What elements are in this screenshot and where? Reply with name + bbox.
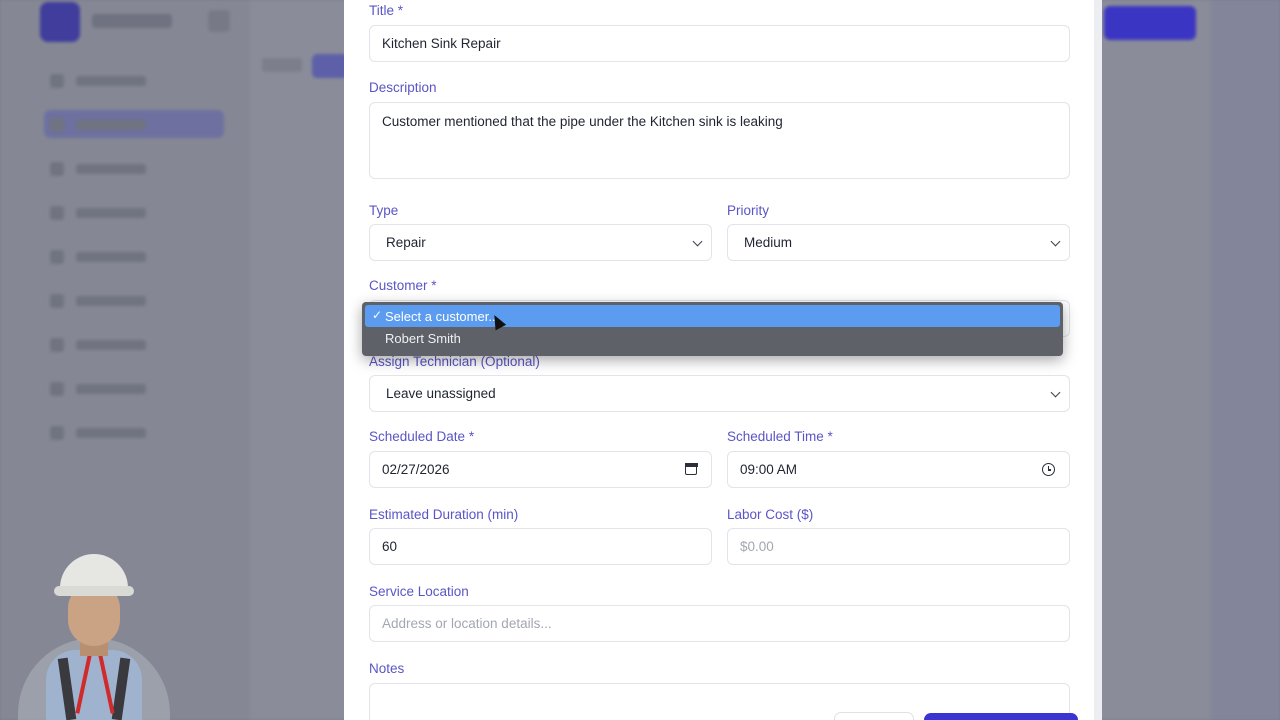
notes-label: Notes <box>369 661 405 676</box>
cancel-button[interactable] <box>834 712 914 720</box>
chevron-down-icon <box>1050 387 1061 398</box>
sidebar-item <box>44 330 224 358</box>
type-label: Type <box>369 203 399 218</box>
duration-value: 60 <box>382 539 398 554</box>
sidebar-item <box>44 198 224 226</box>
customer-option-label: Robert Smith <box>385 330 461 346</box>
description-textarea[interactable]: Customer mentioned that the pipe under t… <box>369 102 1070 179</box>
priority-value: Medium <box>744 235 793 250</box>
service-location-input[interactable]: Address or location details... <box>369 605 1070 642</box>
app-name <box>92 14 172 28</box>
customer-option-label: Select a customer... <box>385 308 500 324</box>
create-job-modal: Title * Kitchen Sink Repair Description … <box>344 0 1102 720</box>
sidebar-toggle-icon <box>208 10 230 32</box>
description-value: Customer mentioned that the pipe under t… <box>382 114 783 129</box>
priority-select[interactable]: Medium <box>727 224 1070 261</box>
presenter-avatar <box>18 554 170 720</box>
sidebar-item <box>44 286 224 314</box>
sidebar-item <box>44 418 224 446</box>
modal-scrollbar[interactable] <box>1094 0 1102 720</box>
app-logo <box>40 2 80 42</box>
scheduled-date-input[interactable]: 02/27/2026 <box>369 451 712 488</box>
labor-cost-label: Labor Cost ($) <box>727 507 814 522</box>
priority-label: Priority <box>727 203 770 218</box>
service-location-label: Service Location <box>369 584 469 599</box>
scheduled-time-value: 09:00 AM <box>740 462 798 477</box>
title-input[interactable]: Kitchen Sink Repair <box>369 25 1070 62</box>
calendar-icon[interactable] <box>684 462 698 475</box>
scheduled-time-input[interactable]: 09:00 AM <box>727 451 1070 488</box>
title-label: Title * <box>369 3 404 18</box>
type-select[interactable]: Repair <box>369 224 712 261</box>
technician-select[interactable]: Leave unassigned <box>369 375 1070 412</box>
labor-cost-placeholder: $0.00 <box>740 539 774 554</box>
create-button[interactable] <box>924 713 1078 720</box>
duration-input[interactable]: 60 <box>369 528 712 565</box>
type-value: Repair <box>386 235 426 250</box>
background-breadcrumb <box>262 58 302 72</box>
technician-label: Assign Technician (Optional) <box>369 354 540 369</box>
background-tab <box>312 54 348 78</box>
customer-option-select[interactable]: ✓ Select a customer... <box>365 305 1060 327</box>
description-label: Description <box>369 80 437 95</box>
technician-value: Leave unassigned <box>386 386 496 401</box>
labor-cost-input[interactable]: $0.00 <box>727 528 1070 565</box>
title-value: Kitchen Sink Repair <box>382 36 501 51</box>
sidebar-item <box>44 154 224 182</box>
chevron-down-icon <box>692 236 703 247</box>
customer-label: Customer * <box>369 278 437 293</box>
clock-icon[interactable] <box>1042 463 1055 476</box>
scheduled-date-label: Scheduled Date * <box>369 429 475 444</box>
service-location-placeholder: Address or location details... <box>382 616 552 631</box>
sidebar-item <box>44 242 224 270</box>
check-icon: ✓ <box>372 308 383 322</box>
customer-option-robert-smith[interactable]: Robert Smith <box>365 327 1060 349</box>
chevron-down-icon <box>1050 236 1061 247</box>
sidebar-item <box>44 374 224 402</box>
background-primary-button <box>1104 6 1196 40</box>
customer-dropdown-list: ✓ Select a customer... Robert Smith <box>362 302 1063 356</box>
background-right-panel <box>1210 0 1280 720</box>
scheduled-time-label: Scheduled Time * <box>727 429 833 444</box>
sidebar-item-active <box>44 110 224 138</box>
sidebar-item <box>44 66 224 94</box>
duration-label: Estimated Duration (min) <box>369 507 519 522</box>
scheduled-date-value: 02/27/2026 <box>382 462 450 477</box>
